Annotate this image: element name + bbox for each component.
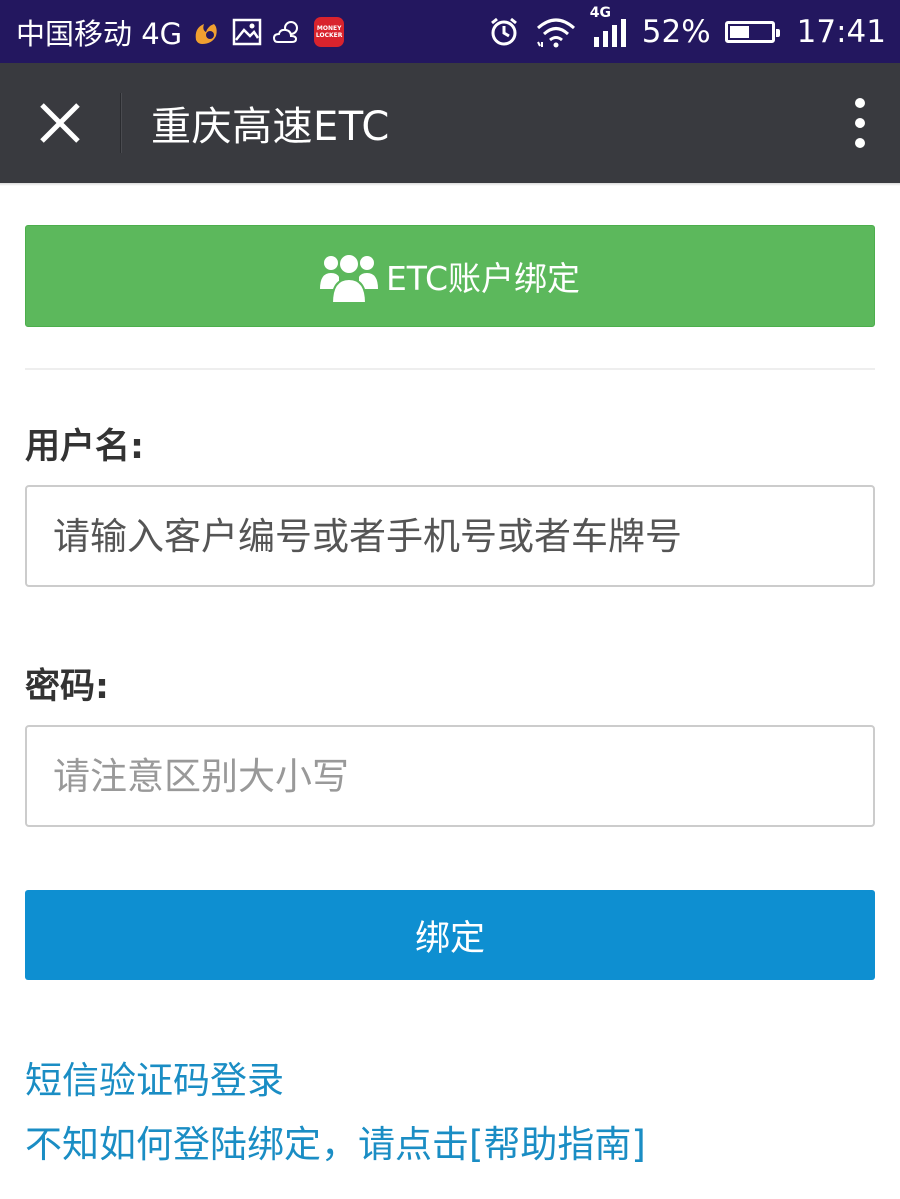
page-title: 重庆高速ETC xyxy=(151,104,390,150)
title-divider xyxy=(120,93,121,153)
battery-fill xyxy=(729,25,749,38)
sms-login-link[interactable]: 短信验证码登录 xyxy=(25,1050,284,1104)
help-guide-link[interactable]: 不知如何登陆绑定，请点击[帮助指南] xyxy=(25,1114,646,1168)
bind-button-label: 绑定 xyxy=(414,918,485,959)
users-icon xyxy=(319,253,378,303)
wifi-icon xyxy=(534,16,578,48)
etc-bind-title: ETC账户绑定 xyxy=(385,259,581,298)
bind-button[interactable]: 绑定 xyxy=(25,890,875,980)
title-shadow xyxy=(0,183,900,186)
battery-percent: 52% xyxy=(641,13,711,50)
password-label: 密码: xyxy=(25,667,109,707)
password-input[interactable] xyxy=(25,725,875,827)
carrier-label: 中国移动 4G xyxy=(16,16,183,51)
money-locker-icon: MONEY LOCKER xyxy=(314,16,345,47)
etc-bind-header: ETC账户绑定 xyxy=(25,225,875,327)
username-input[interactable] xyxy=(25,485,875,587)
divider xyxy=(25,368,875,370)
clock: 17:41 xyxy=(796,13,886,50)
close-icon xyxy=(40,103,80,143)
network-type-label: 4G xyxy=(589,4,611,21)
status-left: 中国移动 4G MONEY LOCKER xyxy=(16,11,345,53)
gallery-icon xyxy=(232,18,262,46)
username-label: 用户名: xyxy=(25,427,144,467)
weather-icon xyxy=(272,18,304,46)
money-locker-label: MONEY LOCKER xyxy=(315,24,343,39)
battery-icon xyxy=(724,20,780,43)
signal-icon: 4G xyxy=(590,5,628,47)
uc-browser-icon xyxy=(192,18,222,46)
title-bar: 重庆高速ETC xyxy=(0,63,900,183)
close-button[interactable] xyxy=(0,63,120,183)
alarm-icon xyxy=(488,16,520,48)
status-right: 4G 52% 17:41 xyxy=(488,5,886,50)
more-vertical-icon xyxy=(855,98,865,148)
more-button[interactable] xyxy=(820,63,900,183)
status-bar: 中国移动 4G MONEY LOCKER 4G 52% 17:41 xyxy=(0,0,900,63)
